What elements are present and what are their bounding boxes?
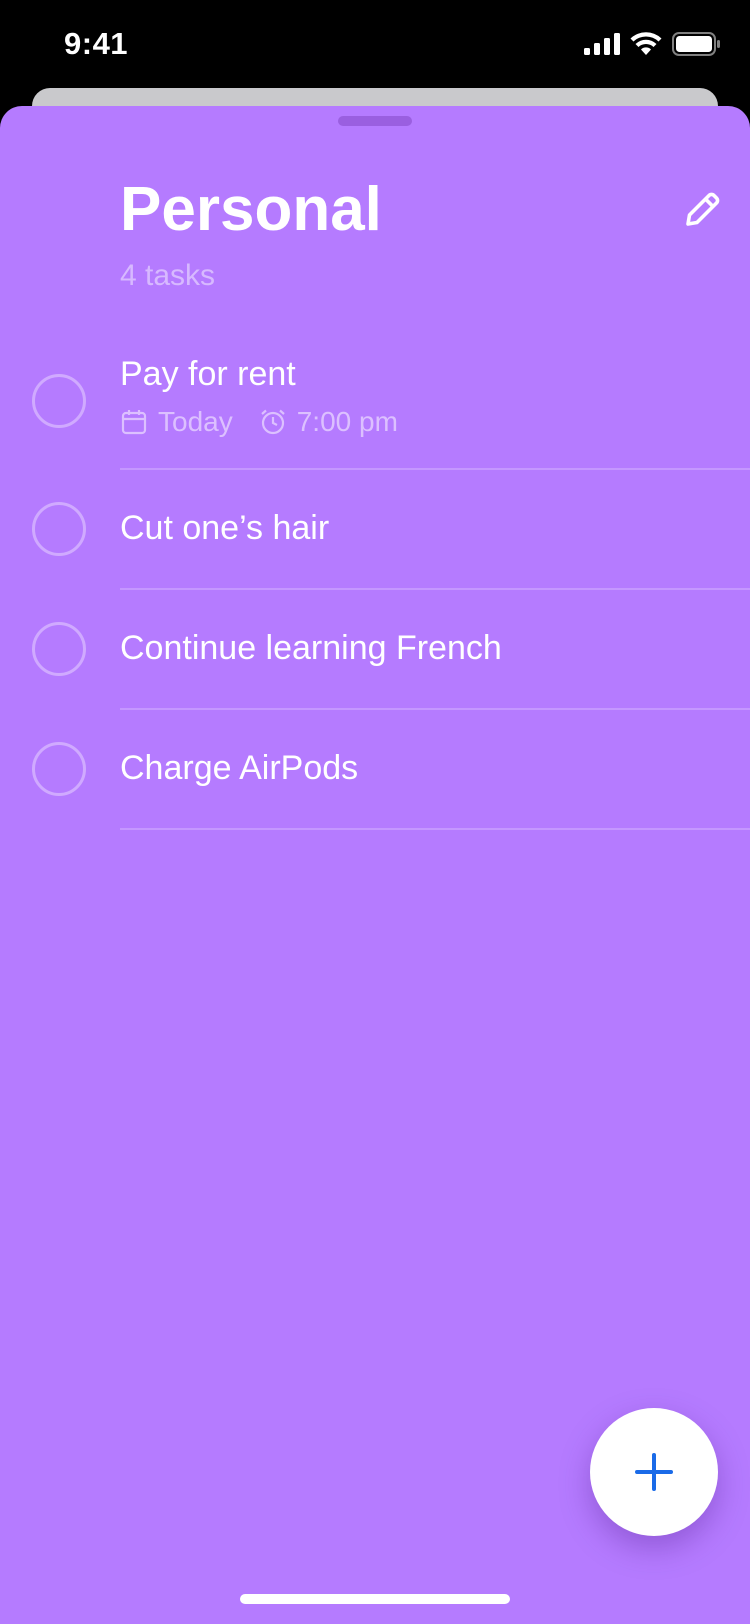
task-checkbox[interactable] [32, 622, 86, 676]
plus-icon [635, 1453, 673, 1491]
task-row[interactable]: Charge AirPods [0, 710, 750, 830]
task-checkbox[interactable] [32, 502, 86, 556]
due-time: 7:00 pm [259, 406, 398, 438]
task-checkbox[interactable] [32, 374, 86, 428]
sheet-grabber[interactable] [338, 116, 412, 126]
home-indicator[interactable] [240, 1594, 510, 1604]
add-task-button[interactable] [590, 1408, 718, 1536]
status-icons [584, 32, 720, 56]
task-count: 4 tasks [120, 259, 216, 292]
due-date: Today [120, 406, 233, 438]
cellular-signal-icon [584, 33, 620, 55]
row-divider [120, 828, 750, 830]
due-time-label: 7:00 pm [296, 406, 398, 437]
task-list: Pay for rent Today 7:00 pm Cut one’s hai… [0, 336, 750, 830]
task-row[interactable]: Cut one’s hair [0, 470, 750, 590]
task-row[interactable]: Pay for rent Today 7:00 pm [0, 336, 750, 470]
task-title: Continue learning French [120, 629, 502, 667]
due-date-label: Today [158, 406, 233, 437]
list-title: Personal [120, 175, 382, 244]
task-meta: Today 7:00 pm [120, 406, 398, 438]
list-sheet: Personal 4 tasks Pay for rent Today 7:00… [0, 106, 750, 1624]
calendar-icon [121, 410, 147, 435]
wifi-icon [630, 32, 662, 55]
task-checkbox[interactable] [32, 742, 86, 796]
edit-button[interactable] [678, 186, 726, 234]
alarm-clock-icon [260, 409, 285, 435]
task-row[interactable]: Continue learning French [0, 590, 750, 710]
status-bar: 9:41 [0, 0, 750, 90]
phone-screen: 9:41 Personal 4 tasks Pay for rent Today… [0, 0, 750, 1624]
pencil-icon [686, 192, 720, 226]
task-title: Pay for rent [120, 355, 296, 393]
task-title: Charge AirPods [120, 749, 359, 787]
status-time: 9:41 [64, 26, 129, 61]
task-title: Cut one’s hair [120, 509, 330, 547]
battery-icon [672, 32, 720, 56]
